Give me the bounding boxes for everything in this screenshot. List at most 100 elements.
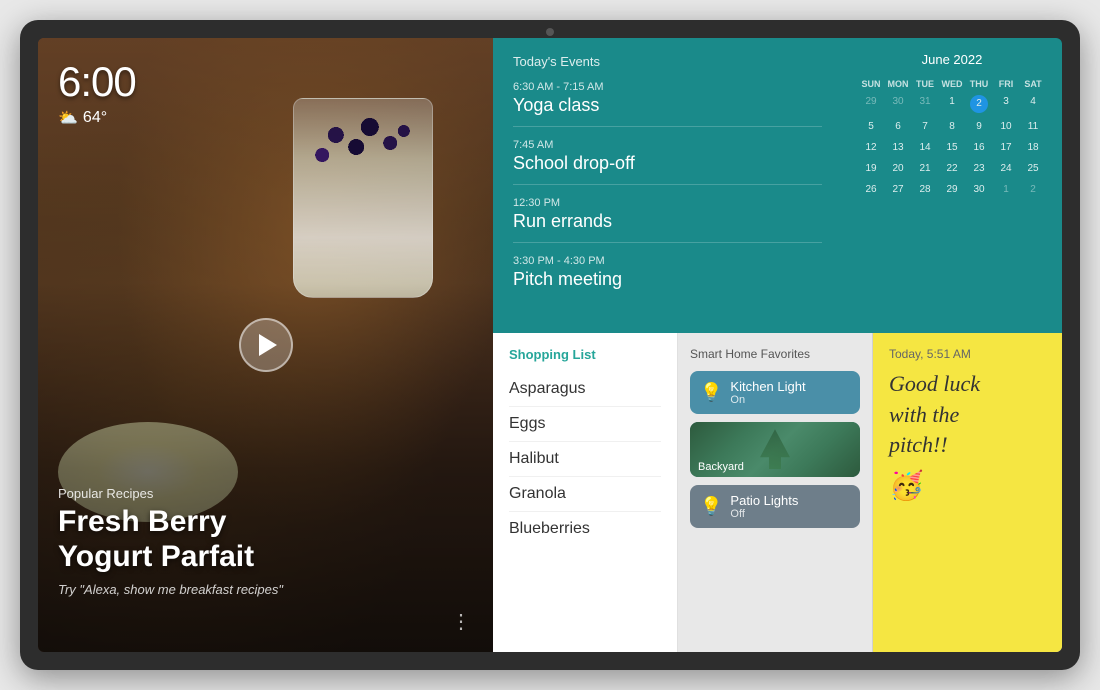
- patio-lights-device[interactable]: 💡 Patio Lights Off: [690, 485, 860, 528]
- cal-day[interactable]: 18: [1020, 138, 1046, 158]
- cal-day[interactable]: 30: [885, 92, 911, 116]
- cal-day[interactable]: 29: [858, 92, 884, 116]
- cal-day[interactable]: 20: [885, 159, 911, 179]
- cal-day[interactable]: 7: [912, 117, 938, 137]
- calendar-section: June 2022 SUN MON TUE WED THU FRI SAT 29…: [842, 38, 1062, 333]
- calendar-month: June 2022: [858, 52, 1046, 67]
- cal-day[interactable]: 6: [885, 117, 911, 137]
- cal-day[interactable]: 3: [993, 92, 1019, 116]
- recipe-info: Popular Recipes Fresh BerryYogurt Parfai…: [58, 486, 283, 597]
- play-icon: [259, 334, 277, 356]
- events-calendar-section: Today's Events 6:30 AM - 7:15 AM Yoga cl…: [493, 38, 1062, 333]
- backyard-camera-device[interactable]: Backyard: [690, 422, 860, 477]
- calendar-grid: SUN MON TUE WED THU FRI SAT 29 30 31 1 2…: [858, 77, 1046, 200]
- bulb-off-icon: 💡: [700, 496, 722, 517]
- play-button[interactable]: [239, 318, 293, 372]
- shopping-item[interactable]: Granola: [509, 477, 661, 512]
- cal-day[interactable]: 5: [858, 117, 884, 137]
- camera-preview: Backyard: [690, 422, 860, 477]
- cal-day[interactable]: 1: [993, 180, 1019, 200]
- cal-day[interactable]: 16: [966, 138, 992, 158]
- cal-day[interactable]: 31: [912, 92, 938, 116]
- left-panel: 6:00 ⛅ 64° Popular Recipes Fresh BerryYo…: [38, 38, 493, 652]
- cal-day[interactable]: 27: [885, 180, 911, 200]
- smarthome-title: Smart Home Favorites: [690, 347, 860, 361]
- event-item[interactable]: 7:45 AM School drop-off: [513, 139, 822, 185]
- shopping-panel: Shopping List Asparagus Eggs Halibut Gra…: [493, 333, 678, 652]
- cal-header-sat: SAT: [1020, 77, 1046, 91]
- cal-day[interactable]: 12: [858, 138, 884, 158]
- note-text: Good luckwith thepitch!!: [889, 369, 1046, 461]
- clock-display: 6:00: [58, 58, 136, 106]
- event-time: 6:30 AM - 7:15 AM: [513, 81, 822, 93]
- cal-header-tue: TUE: [912, 77, 938, 91]
- device-status: Off: [730, 508, 850, 520]
- cal-day[interactable]: 13: [885, 138, 911, 158]
- device-name: Kitchen Light: [730, 379, 850, 394]
- bottom-panels: Shopping List Asparagus Eggs Halibut Gra…: [493, 333, 1062, 652]
- temperature: 64°: [83, 109, 107, 127]
- event-name: Pitch meeting: [513, 269, 822, 290]
- right-panel: Today's Events 6:30 AM - 7:15 AM Yoga cl…: [493, 38, 1062, 652]
- cal-day[interactable]: 23: [966, 159, 992, 179]
- event-name: Yoga class: [513, 95, 822, 116]
- smarthome-panel: Smart Home Favorites 💡 Kitchen Light On …: [678, 333, 873, 652]
- cal-header-sun: SUN: [858, 77, 884, 91]
- device-info: Patio Lights Off: [730, 493, 850, 520]
- recipe-category: Popular Recipes: [58, 486, 283, 501]
- camera-tree-decoration: [760, 429, 790, 469]
- event-time: 7:45 AM: [513, 139, 822, 151]
- cal-day[interactable]: 21: [912, 159, 938, 179]
- shopping-item[interactable]: Blueberries: [509, 512, 661, 546]
- camera-label: Backyard: [698, 461, 744, 473]
- device-frame: 6:00 ⛅ 64° Popular Recipes Fresh BerryYo…: [20, 20, 1080, 670]
- cal-header-fri: FRI: [993, 77, 1019, 91]
- events-title: Today's Events: [513, 54, 822, 69]
- shopping-item[interactable]: Eggs: [509, 407, 661, 442]
- recipe-hint: Try "Alexa, show me breakfast recipes": [58, 582, 283, 597]
- cal-day[interactable]: 9: [966, 117, 992, 137]
- cal-day[interactable]: 2: [1020, 180, 1046, 200]
- weather-icon: ⛅: [58, 108, 78, 128]
- cal-day[interactable]: 26: [858, 180, 884, 200]
- bulb-icon: 💡: [700, 382, 722, 403]
- cal-day[interactable]: 15: [939, 138, 965, 158]
- shopping-item[interactable]: Halibut: [509, 442, 661, 477]
- cal-day[interactable]: 25: [1020, 159, 1046, 179]
- recipe-title: Fresh BerryYogurt Parfait: [58, 505, 283, 574]
- event-time: 3:30 PM - 4:30 PM: [513, 255, 822, 267]
- cal-day[interactable]: 4: [1020, 92, 1046, 116]
- cal-header-mon: MON: [885, 77, 911, 91]
- event-time: 12:30 PM: [513, 197, 822, 209]
- kitchen-light-device[interactable]: 💡 Kitchen Light On: [690, 371, 860, 414]
- cal-day[interactable]: 29: [939, 180, 965, 200]
- weather-display: ⛅ 64°: [58, 108, 136, 128]
- cal-day-today[interactable]: 2: [966, 92, 992, 116]
- cal-day[interactable]: 24: [993, 159, 1019, 179]
- cal-day[interactable]: 14: [912, 138, 938, 158]
- events-section: Today's Events 6:30 AM - 7:15 AM Yoga cl…: [493, 38, 842, 333]
- device-name: Patio Lights: [730, 493, 850, 508]
- shopping-item[interactable]: Asparagus: [509, 372, 661, 407]
- note-emoji: 🥳: [889, 469, 1046, 502]
- time-weather-widget: 6:00 ⛅ 64°: [58, 58, 136, 128]
- event-item[interactable]: 6:30 AM - 7:15 AM Yoga class: [513, 81, 822, 127]
- cal-day[interactable]: 11: [1020, 117, 1046, 137]
- event-name: School drop-off: [513, 153, 822, 174]
- cal-day[interactable]: 1: [939, 92, 965, 116]
- cal-day[interactable]: 22: [939, 159, 965, 179]
- cal-day[interactable]: 10: [993, 117, 1019, 137]
- camera-indicator: [546, 28, 554, 36]
- sticky-note-panel: Today, 5:51 AM Good luckwith thepitch!! …: [873, 333, 1062, 652]
- event-name: Run errands: [513, 211, 822, 232]
- event-item[interactable]: 3:30 PM - 4:30 PM Pitch meeting: [513, 255, 822, 300]
- cal-day[interactable]: 17: [993, 138, 1019, 158]
- more-options[interactable]: ⋮: [451, 609, 473, 634]
- cal-day[interactable]: 8: [939, 117, 965, 137]
- note-timestamp: Today, 5:51 AM: [889, 347, 1046, 361]
- cal-day[interactable]: 19: [858, 159, 884, 179]
- event-item[interactable]: 12:30 PM Run errands: [513, 197, 822, 243]
- cal-day[interactable]: 28: [912, 180, 938, 200]
- cal-header-wed: WED: [939, 77, 965, 91]
- cal-day[interactable]: 30: [966, 180, 992, 200]
